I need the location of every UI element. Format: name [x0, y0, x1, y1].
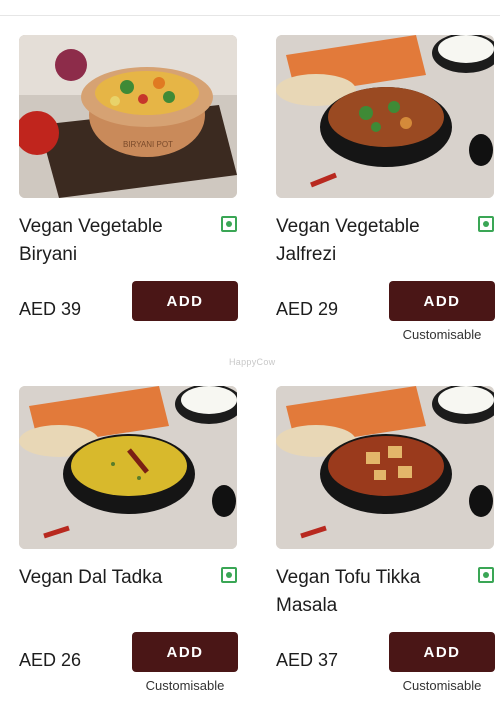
dal-tadka-photo[interactable] — [19, 386, 237, 549]
tofu-tikka-masala-photo[interactable] — [276, 386, 494, 549]
customisable-label: Customisable — [402, 678, 482, 693]
item-name: Vegan Dal Tadka — [19, 567, 163, 588]
menu-item-card[interactable]: Vegan Tofu Tikka Masala AED 37 ADD Custo… — [276, 386, 496, 696]
price-value: 39 — [61, 299, 82, 319]
veg-indicator-icon — [221, 567, 237, 583]
item-price: AED 29 — [276, 299, 338, 320]
currency: AED — [276, 650, 314, 670]
biryani-photo[interactable]: BIRYANI POT — [19, 35, 237, 198]
item-price: AED 37 — [276, 650, 338, 671]
header-divider — [0, 15, 500, 16]
currency: AED — [19, 650, 57, 670]
currency: AED — [19, 299, 57, 319]
customisable-label: Customisable — [402, 327, 482, 342]
watermark: HappyCow — [229, 357, 276, 367]
item-name: Vegan Vegetable Jalfrezi — [276, 216, 420, 265]
menu-item-card[interactable]: Vegan Dal Tadka AED 26 ADD Customisable — [19, 386, 239, 696]
veg-indicator-icon — [221, 216, 237, 232]
price-value: 29 — [318, 299, 339, 319]
jalfrezi-photo[interactable] — [276, 35, 494, 198]
price-value: 26 — [61, 650, 82, 670]
item-price: AED 26 — [19, 650, 81, 671]
add-button[interactable]: ADD — [389, 281, 495, 321]
add-button[interactable]: ADD — [389, 632, 495, 672]
item-price: AED 39 — [19, 299, 81, 320]
svg-text:BIRYANI POT: BIRYANI POT — [123, 140, 173, 149]
item-name: Vegan Vegetable Biryani — [19, 216, 163, 265]
customisable-label: Customisable — [145, 678, 225, 693]
add-button[interactable]: ADD — [132, 281, 238, 321]
menu-item-card[interactable]: BIRYANI POT Vegan Vegetable Biryani AED … — [19, 35, 239, 345]
veg-indicator-icon — [478, 567, 494, 583]
add-button[interactable]: ADD — [132, 632, 238, 672]
menu-item-card[interactable]: Vegan Vegetable Jalfrezi AED 29 ADD Cust… — [276, 35, 496, 345]
veg-indicator-icon — [478, 216, 494, 232]
item-name: Vegan Tofu Tikka Masala — [276, 567, 421, 616]
price-value: 37 — [318, 650, 339, 670]
currency: AED — [276, 299, 314, 319]
